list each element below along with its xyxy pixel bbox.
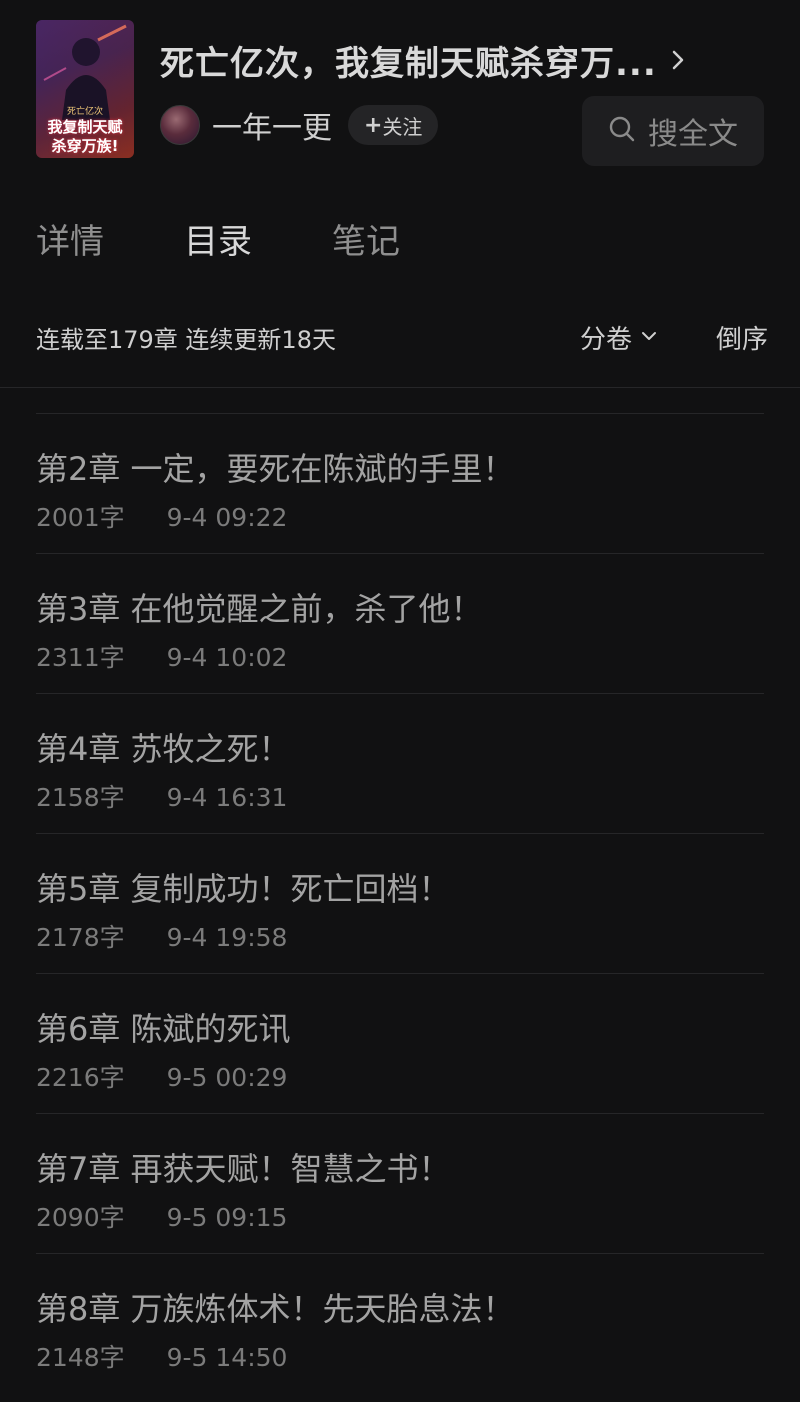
chapter-word-count: 2148字 <box>36 1343 125 1372</box>
serial-status: 连载至179章 连续更新18天 <box>36 325 336 354</box>
chapter-meta: 2158字 9-4 16:31 <box>36 778 287 814</box>
chapter-row[interactable]: 第2章 一定，要死在陈斌的手里！ 2001字 9-4 09:22 <box>36 413 764 553</box>
chapter-title: 第4章 苏牧之死！ <box>36 730 291 768</box>
avatar[interactable] <box>160 105 200 145</box>
search-icon <box>608 115 636 147</box>
catalog-status-row: 连载至179章 连续更新18天 分卷 倒序 <box>36 312 768 362</box>
chapter-row[interactable]: 第4章 苏牧之死！ 2158字 9-4 16:31 <box>36 693 764 833</box>
plus-icon: + <box>364 112 383 138</box>
chapter-row[interactable]: 第6章 陈斌的死讯 2216字 9-5 00:29 <box>36 973 764 1113</box>
chapter-row[interactable]: 第7章 再获天赋！智慧之书！ 2090字 9-5 09:15 <box>36 1113 764 1253</box>
search-label: 搜全文 <box>648 117 738 152</box>
chapter-title: 第8章 万族炼体术！先天胎息法！ <box>36 1290 515 1328</box>
tab-catalog[interactable]: 目录 <box>184 214 252 263</box>
divider <box>0 387 800 388</box>
chapter-word-count: 2001字 <box>36 503 125 532</box>
follow-label: 关注 <box>382 114 423 139</box>
chapter-word-count: 2178字 <box>36 923 125 952</box>
volume-label: 分卷 <box>579 324 632 355</box>
chapter-time: 9-5 14:50 <box>166 1343 288 1372</box>
chevron-right-icon <box>667 49 689 71</box>
chapter-title: 第3章 在他觉醒之前，杀了他！ <box>36 590 483 628</box>
book-title-row[interactable]: 死亡亿次，我复制天赋杀穿万... <box>160 35 760 85</box>
chapter-meta: 2001字 9-4 09:22 <box>36 498 287 534</box>
chapter-title: 第7章 再获天赋！智慧之书！ <box>36 1150 451 1188</box>
chapter-word-count: 2216字 <box>36 1063 125 1092</box>
tab-notes[interactable]: 笔记 <box>332 214 400 263</box>
chapter-meta: 2178字 9-4 19:58 <box>36 918 287 954</box>
chapter-time: 9-4 19:58 <box>166 923 288 952</box>
tab-bar: 详情 目录 笔记 <box>36 208 480 268</box>
chapter-meta: 2311字 9-4 10:02 <box>36 638 287 674</box>
author-name[interactable]: 一年一更 <box>212 103 332 147</box>
chapter-word-count: 2311字 <box>36 643 125 672</box>
tab-details[interactable]: 详情 <box>36 214 104 263</box>
chapter-word-count: 2158字 <box>36 783 125 812</box>
chapter-time: 9-4 10:02 <box>166 643 288 672</box>
chapter-title: 第6章 陈斌的死讯 <box>36 1010 291 1048</box>
search-full-text-button[interactable]: 搜全文 <box>582 96 764 166</box>
chevron-down-icon <box>632 322 658 352</box>
book-title: 死亡亿次，我复制天赋杀穿万... <box>160 43 657 84</box>
cover-title-line-1: 我复制天赋 <box>47 118 123 136</box>
chapter-row[interactable]: 第8章 万族炼体术！先天胎息法！ 2148字 9-5 14:50 <box>36 1253 764 1393</box>
chapter-time: 9-5 00:29 <box>166 1063 288 1092</box>
chapter-time: 9-4 16:31 <box>166 783 288 812</box>
author-row: 一年一更 + 关注 <box>160 100 439 150</box>
chapter-title: 第5章 复制成功！死亡回档！ <box>36 870 451 908</box>
chapter-row[interactable]: 第3章 在他觉醒之前，杀了他！ 2311字 9-4 10:02 <box>36 553 764 693</box>
chapter-time: 9-5 09:15 <box>166 1203 288 1232</box>
chapter-word-count: 2090字 <box>36 1203 125 1232</box>
book-header: 死亡亿次 我复制天赋 杀穿万族! 死亡亿次，我复制天赋杀穿万... 一年一更 +… <box>0 0 800 190</box>
book-cover[interactable]: 死亡亿次 我复制天赋 杀穿万族! <box>36 20 134 158</box>
chapter-meta: 2148字 9-5 14:50 <box>36 1338 287 1374</box>
cover-title-line-2: 杀穿万族! <box>51 137 119 155</box>
chapter-row[interactable]: 第5章 复制成功！死亡回档！ 2178字 9-4 19:58 <box>36 833 764 973</box>
chapter-meta: 2216字 9-5 00:29 <box>36 1058 287 1094</box>
chapter-list: 第2章 一定，要死在陈斌的手里！ 2001字 9-4 09:22 第3章 在他觉醒… <box>36 413 764 1393</box>
chapter-title: 第2章 一定，要死在陈斌的手里！ <box>36 450 515 488</box>
volume-select[interactable]: 分卷 <box>580 319 658 356</box>
reverse-order-button[interactable]: 倒序 <box>716 319 768 356</box>
follow-button[interactable]: + 关注 <box>348 105 439 145</box>
chapter-time: 9-4 09:22 <box>166 503 288 532</box>
chapter-meta: 2090字 9-5 09:15 <box>36 1198 287 1234</box>
